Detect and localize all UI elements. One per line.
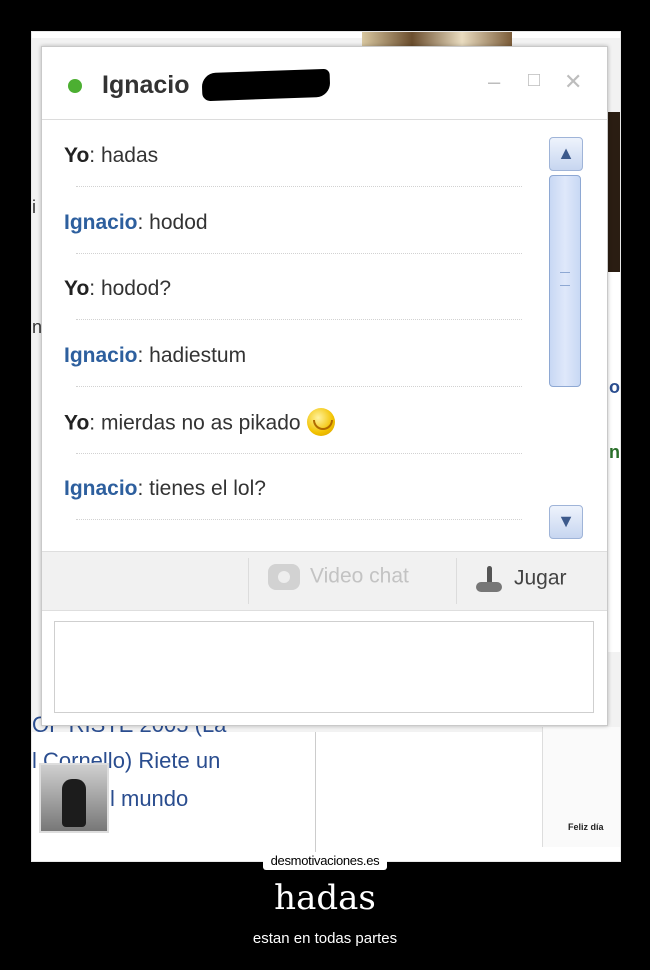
chat-message: Ignacio: tienes el lol? (64, 477, 266, 501)
message-separator (76, 186, 522, 187)
play-label: Jugar (514, 566, 567, 590)
message-sender: Ignacio (64, 477, 138, 500)
message-sender: Ignacio (64, 344, 138, 367)
background-glyph: o (609, 377, 620, 397)
message-input[interactable] (54, 621, 594, 713)
site-name: desmotivaciones.es (262, 852, 388, 870)
chat-window: Ignacio – □ ✕ Yo: hadas Ignacio: hodod Y… (41, 46, 608, 726)
play-game-button[interactable]: Jugar (474, 564, 567, 598)
joystick-icon (474, 564, 504, 594)
online-status-icon (68, 79, 82, 93)
message-sender: Yo (64, 277, 90, 300)
close-icon[interactable]: ✕ (564, 69, 582, 95)
contact-name: Ignacio (102, 71, 190, 99)
message-separator (76, 253, 522, 254)
video-chat-label: Video chat (310, 564, 409, 588)
poster-title: hadas (274, 878, 376, 918)
message-text: : hadas (89, 144, 159, 167)
background-glyph: i (32, 197, 36, 217)
video-camera-icon (268, 564, 300, 590)
minimize-icon[interactable]: – (488, 69, 500, 95)
maximize-icon[interactable]: □ (528, 69, 540, 92)
background-avatar-thumbnail[interactable] (39, 763, 109, 833)
chat-toolbar: Video chat Jugar (42, 551, 607, 611)
toolbar-divider (248, 558, 249, 604)
scroll-up-button[interactable]: ▲ (549, 137, 583, 171)
chat-message: Ignacio: hodod (64, 211, 208, 235)
background-glyph: n (609, 442, 620, 462)
background-page-header (32, 32, 620, 38)
message-text: : mierdas no as pikado (89, 411, 301, 435)
chat-message: Yo: hodod? (64, 277, 171, 301)
scroll-down-button[interactable]: ▼ (549, 505, 583, 539)
video-chat-button[interactable]: Video chat (268, 564, 409, 598)
scrollbar-thumb[interactable] (549, 175, 581, 387)
message-sender: Yo (64, 411, 90, 435)
chat-message: Yo: hadas (64, 144, 158, 168)
message-separator (76, 319, 522, 320)
message-separator (76, 519, 522, 520)
message-separator (76, 386, 522, 387)
background-divider (315, 732, 316, 861)
message-separator (76, 453, 522, 454)
redaction-scribble (201, 68, 331, 102)
message-list: Yo: hadas Ignacio: hodod Yo: hodod? Igna… (42, 120, 542, 550)
chat-message: Yo: mierdas no as pikado (64, 408, 335, 438)
background-text-line: l mundo (110, 786, 189, 811)
message-text: : hodod? (89, 277, 172, 300)
poster-subtitle: estan en todas partes (252, 930, 398, 947)
message-text: : tienes el lol? (137, 477, 266, 500)
message-sender: Ignacio (64, 211, 138, 234)
message-scrollbar[interactable]: ▲ ▼ (549, 137, 583, 539)
smiley-icon (306, 408, 335, 436)
chat-titlebar: Ignacio – □ ✕ (42, 47, 607, 120)
background-card-text: Feliz día (568, 822, 604, 832)
background-photo (362, 32, 512, 46)
background-right-image (607, 112, 620, 272)
poster-frame: o n i n OF RISTE 2005 (La l Cornello) Ri… (31, 31, 621, 862)
chat-message: Ignacio: hadiestum (64, 344, 246, 368)
message-sender: Yo (64, 144, 90, 167)
toolbar-divider (456, 558, 457, 604)
message-text: : hadiestum (137, 344, 247, 367)
message-text: : hodod (137, 211, 208, 234)
site-watermark: desmotivaciones.es (0, 852, 650, 870)
